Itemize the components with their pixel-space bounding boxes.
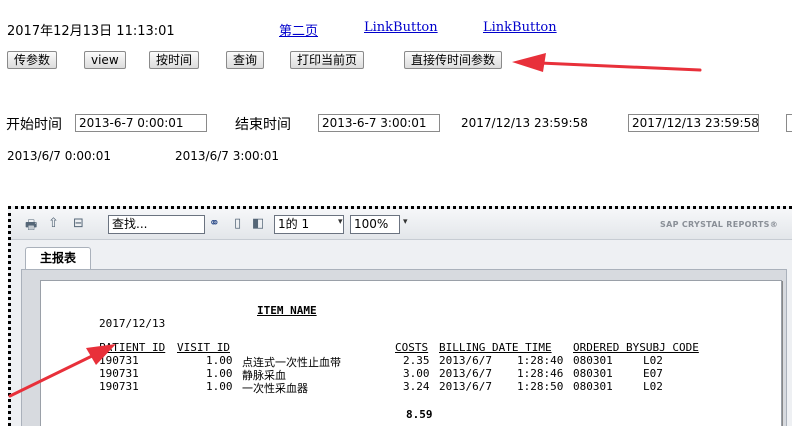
annotation-arrows [8, 53, 702, 398]
arrow-to-patient-id [8, 344, 116, 398]
arrow-to-direct-button [512, 53, 702, 72]
